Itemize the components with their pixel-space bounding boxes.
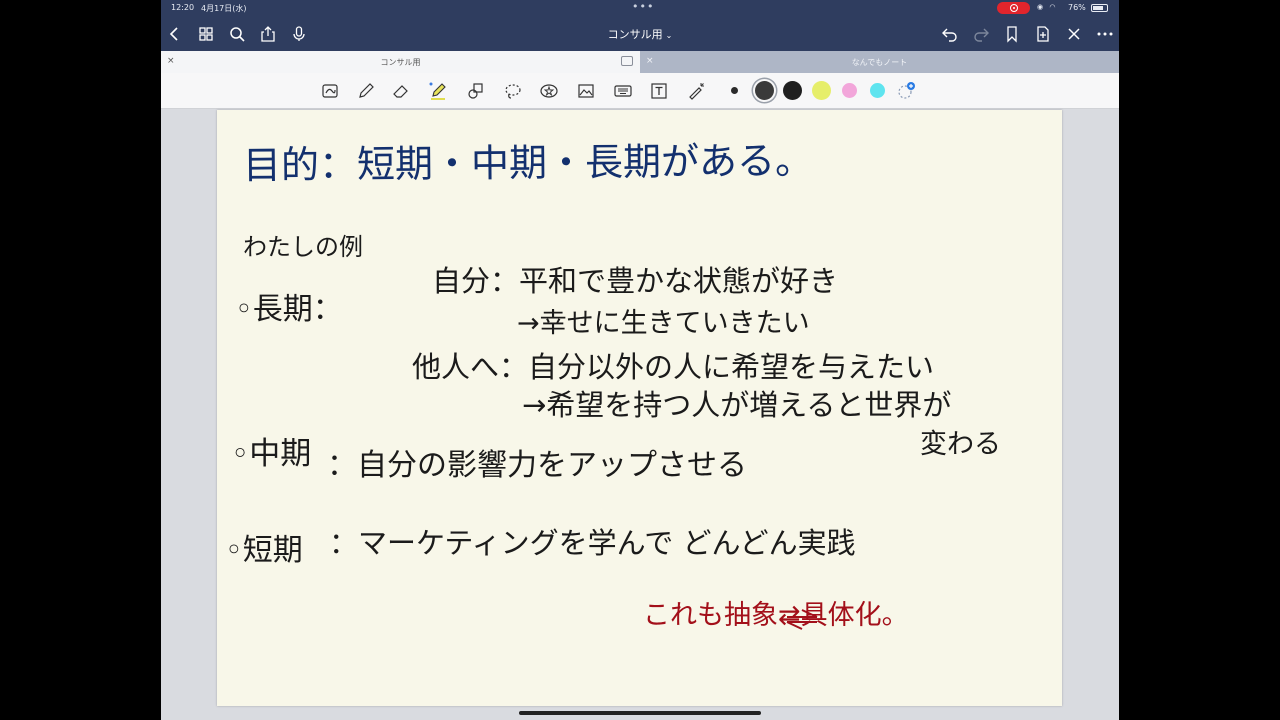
color-swatch-yellow[interactable] [812,81,831,100]
sticker-icon[interactable] [539,81,559,101]
status-time: 12:20 [171,3,195,12]
battery-icon [1091,4,1108,12]
lasso-icon[interactable] [503,81,523,101]
tab-consul[interactable]: × コンサル用 [161,51,640,73]
text-box-icon[interactable] [649,81,669,101]
status-date: 4月17日(水) [201,4,247,13]
short-term-text: ：マーケティングを学んで どんどん実践 [329,526,856,560]
eraser-icon[interactable] [391,81,411,101]
color-swatch-cyan[interactable] [870,83,885,98]
example-label: わたしの例 [243,233,363,261]
pen-size-small-swatch[interactable] [731,87,738,94]
tab-label: コンサル用 [380,58,421,67]
long-term-label: ◦長期： [235,292,343,327]
pen-icon[interactable] [356,81,376,101]
wifi-icon: ◉ ◠ [1037,3,1058,11]
close-icon[interactable] [1064,24,1084,44]
long-term-self: 自分：平和で豊かな状態が好き [432,264,839,298]
color-swatch-black[interactable] [783,81,802,100]
add-color-icon[interactable] [896,81,916,101]
image-icon[interactable] [576,81,596,101]
note-page[interactable]: 目的：短期・中期・長期がある。 わたしの例 ◦長期： 自分：平和で豊かな状態が好… [217,110,1062,706]
highlighter-icon[interactable] [428,81,448,101]
add-page-icon[interactable] [1033,24,1053,44]
long-term-self-result: →幸せに生きていきたい [517,308,810,339]
long-term-others-result: →希望を持つ人が増えると世界が [522,388,952,422]
color-swatch-pink[interactable] [842,83,857,98]
undo-icon[interactable] [940,24,960,44]
more-icon[interactable] [1095,24,1115,44]
conclusion-note: これも抽象⇄具体化。 [643,600,909,631]
long-term-others: 他人へ：自分以外の人に希望を与えたい [412,350,935,384]
drawing-toolbar [161,73,1119,109]
color-swatch-dark-gray[interactable] [755,81,774,100]
tab-label: なんでもノート [851,58,908,67]
tab-nandemo-note[interactable]: × なんでもノート [640,51,1119,73]
redo-icon[interactable] [971,24,991,44]
shapes-icon[interactable] [466,81,486,101]
chevron-down-icon: ⌄ [665,31,673,40]
mid-term-text: ：自分の影響力をアップさせる [327,448,747,483]
short-term-label: ◦短期 [225,533,303,568]
split-view-icon[interactable] [621,56,633,66]
note-heading: 目的：短期・中期・長期がある。 [242,138,814,188]
lasso-text-icon[interactable] [320,81,340,101]
tab-bar: × コンサル用 × なんでもノート [161,51,1119,73]
multitasking-dots-icon[interactable]: ••• [632,0,654,13]
bookmark-icon[interactable] [1002,24,1022,44]
status-bar: 12:20 4月17日(水) ••• ◉ ◠ 76% [161,0,1119,16]
mid-term-label: ◦中期 [231,436,312,472]
laser-pointer-icon[interactable] [686,81,706,101]
home-indicator[interactable] [519,711,761,715]
battery-percent: 76% [1068,3,1086,12]
nav-bar: コンサル用 ⌄ [161,16,1119,51]
screen-recording-icon[interactable] [997,2,1030,14]
keyboard-icon[interactable] [613,81,633,101]
long-term-others-result-cont: 変わる [920,429,1001,460]
ipad-screen: 12:20 4月17日(水) ••• ◉ ◠ 76% コンサル用 ⌄ × コンサル… [161,0,1119,720]
